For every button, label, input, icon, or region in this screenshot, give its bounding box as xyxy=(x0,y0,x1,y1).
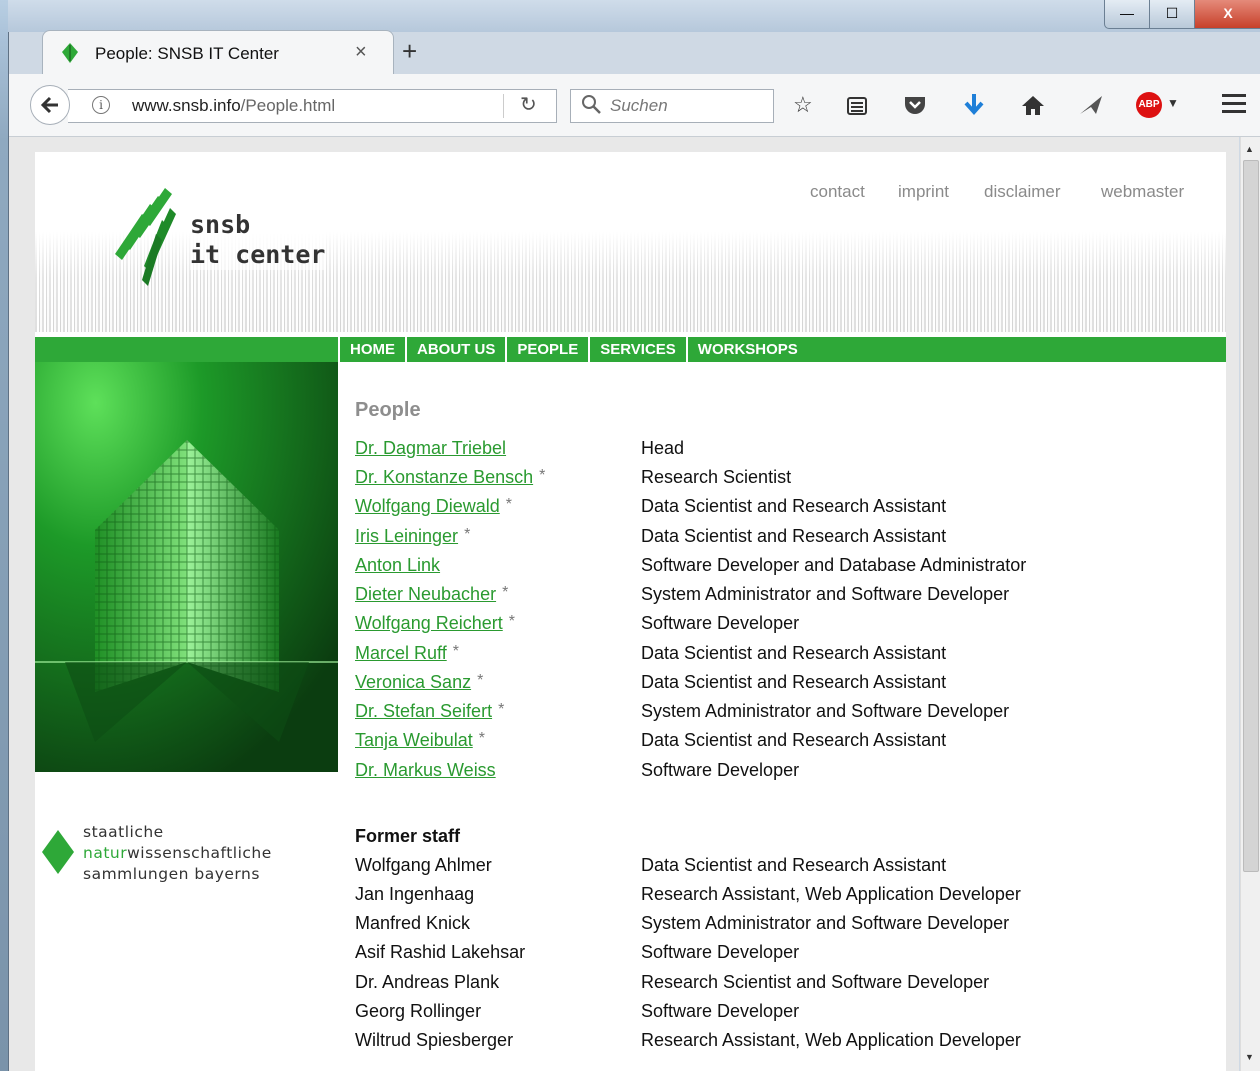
download-icon[interactable] xyxy=(963,93,985,117)
chevron-down-icon[interactable]: ▼ xyxy=(1167,96,1179,110)
search-icon xyxy=(582,95,601,114)
staff-marker: * xyxy=(505,496,512,513)
former-staff-role: System Administrator and Software Develo… xyxy=(641,913,1010,933)
staff-role: Software Developer and Database Administ… xyxy=(641,555,1027,575)
staff-name-link[interactable]: Veronica Sanz xyxy=(355,672,471,693)
staff-role: Data Scientist and Research Assistant xyxy=(641,496,947,516)
former-staff-name: Dr. Andreas Plank xyxy=(355,972,500,992)
staff-name-link[interactable]: Wolfgang Diewald xyxy=(355,496,500,517)
staff-name-link[interactable]: Marcel Ruff xyxy=(355,643,447,664)
new-tab-button[interactable]: + xyxy=(402,36,417,67)
scroll-up-icon[interactable]: ▲ xyxy=(1245,144,1254,154)
staff-name-link[interactable]: Dr. Stefan Seifert xyxy=(355,701,492,722)
staff-name-link[interactable]: Dieter Neubacher xyxy=(355,584,496,605)
former-staff-name: Georg Rollinger xyxy=(355,1001,482,1021)
snsb-logo-icon[interactable] xyxy=(110,186,190,296)
staff-role: Data Scientist and Research Assistant xyxy=(641,643,947,663)
snsb-line-1: staatliche xyxy=(83,823,164,841)
former-staff-role: Software Developer xyxy=(641,1001,800,1021)
menu-services[interactable]: SERVICES xyxy=(588,337,686,362)
scrollbar-thumb[interactable] xyxy=(1243,160,1259,872)
hamburger-menu-icon[interactable] xyxy=(1222,94,1246,118)
former-staff-role: Research Assistant, Web Application Deve… xyxy=(641,1030,1021,1050)
staff-marker: * xyxy=(539,467,546,484)
search-placeholder: Suchen xyxy=(610,96,668,115)
imprint-link[interactable]: imprint xyxy=(898,182,949,202)
url-text[interactable]: www.snsb.info/People.html xyxy=(132,96,335,116)
former-staff-role: Data Scientist and Research Assistant xyxy=(641,855,947,875)
logo-text[interactable]: snsb it center xyxy=(190,210,326,270)
former-staff-name: Jan Ingenhaag xyxy=(355,884,475,904)
menu-people[interactable]: PEOPLE xyxy=(505,337,588,362)
staff-marker: * xyxy=(502,584,509,601)
send-tab-icon[interactable] xyxy=(1078,94,1104,116)
former-staff-name: Asif Rashid Lakehsar xyxy=(355,942,526,962)
minimize-button[interactable]: — xyxy=(1104,0,1150,29)
former-staff-name: Wiltrud Spiesberger xyxy=(355,1030,514,1050)
snsb-line-2: naturwissenschaftliche xyxy=(83,844,272,862)
home-icon[interactable] xyxy=(1020,94,1046,116)
staff-role: Software Developer xyxy=(641,760,800,780)
maximize-button[interactable]: ☐ xyxy=(1149,0,1195,29)
reading-list-icon[interactable] xyxy=(846,95,868,117)
staff-name-link[interactable]: Tanja Weibulat xyxy=(355,730,473,751)
staff-marker: * xyxy=(508,613,515,630)
former-staff-role: Research Assistant, Web Application Deve… xyxy=(641,884,1021,904)
tab-title: People: SNSB IT Center xyxy=(95,44,279,63)
back-arrow-icon xyxy=(40,96,58,114)
pocket-icon[interactable] xyxy=(903,94,927,116)
browser-tab[interactable]: People: SNSB IT Center × xyxy=(42,30,394,75)
building-illustration xyxy=(35,362,338,772)
back-button[interactable] xyxy=(30,85,70,125)
staff-role: Research Scientist xyxy=(641,467,792,487)
close-window-button[interactable]: X xyxy=(1194,0,1260,29)
staff-role: System Administrator and Software Develo… xyxy=(641,584,1010,604)
snsb-line-3: sammlungen bayerns xyxy=(83,865,260,883)
staff-role: Software Developer xyxy=(641,613,800,633)
staff-marker: * xyxy=(498,701,505,718)
staff-role: Data Scientist and Research Assistant xyxy=(641,730,947,750)
staff-name-link[interactable]: Dr. Dagmar Triebel xyxy=(355,438,506,459)
menu-home[interactable]: HOME xyxy=(338,337,405,362)
url-divider xyxy=(503,94,504,118)
main-menu: HOME ABOUT US PEOPLE SERVICES WORKSHOPS xyxy=(338,337,808,362)
logo-line-1: snsb xyxy=(190,210,251,239)
contact-link[interactable]: contact xyxy=(810,182,865,202)
staff-marker: * xyxy=(477,672,484,689)
title-bar xyxy=(8,0,1260,32)
staff-marker: * xyxy=(478,730,485,747)
former-staff-role: Software Developer xyxy=(641,942,800,962)
staff-name-link[interactable]: Dr. Konstanze Bensch xyxy=(355,467,533,488)
snsb-diamond-icon xyxy=(42,830,74,874)
page-title: People xyxy=(355,399,421,421)
disclaimer-link[interactable]: disclaimer xyxy=(984,182,1061,202)
scroll-down-icon[interactable]: ▼ xyxy=(1245,1052,1254,1062)
logo-line-2: it center xyxy=(190,240,326,269)
staff-name-link[interactable]: Dr. Markus Weiss xyxy=(355,760,496,781)
reload-icon[interactable]: ↻ xyxy=(520,92,537,117)
former-staff-heading: Former staff xyxy=(355,826,461,846)
former-staff-name: Wolfgang Ahlmer xyxy=(355,855,492,875)
menu-about-us[interactable]: ABOUT US xyxy=(405,337,505,362)
webmaster-link[interactable]: webmaster xyxy=(1101,182,1184,202)
staff-role: System Administrator and Software Develo… xyxy=(641,701,1010,721)
former-staff-name: Manfred Knick xyxy=(355,913,471,933)
leaf-favicon-icon xyxy=(62,43,78,63)
menu-workshops[interactable]: WORKSHOPS xyxy=(685,337,808,362)
staff-marker: * xyxy=(464,526,471,543)
staff-name-link[interactable]: Wolfgang Reichert xyxy=(355,613,503,634)
adblock-plus-icon[interactable]: ABP xyxy=(1136,92,1162,118)
snsb-logo-text[interactable]: staatliche naturwissenschaftliche sammlu… xyxy=(83,822,272,885)
tab-close-icon[interactable]: × xyxy=(355,41,367,64)
former-staff-role: Research Scientist and Software Develope… xyxy=(641,972,990,992)
staff-role: Head xyxy=(641,438,685,458)
bookmark-star-icon[interactable]: ☆ xyxy=(793,92,813,118)
staff-role: Data Scientist and Research Assistant xyxy=(641,672,947,692)
site-info-icon[interactable]: i xyxy=(92,96,110,114)
staff-name-link[interactable]: Iris Leininger xyxy=(355,526,458,547)
staff-marker: * xyxy=(452,643,459,660)
staff-role: Data Scientist and Research Assistant xyxy=(641,526,947,546)
staff-name-link[interactable]: Anton Link xyxy=(355,555,440,576)
